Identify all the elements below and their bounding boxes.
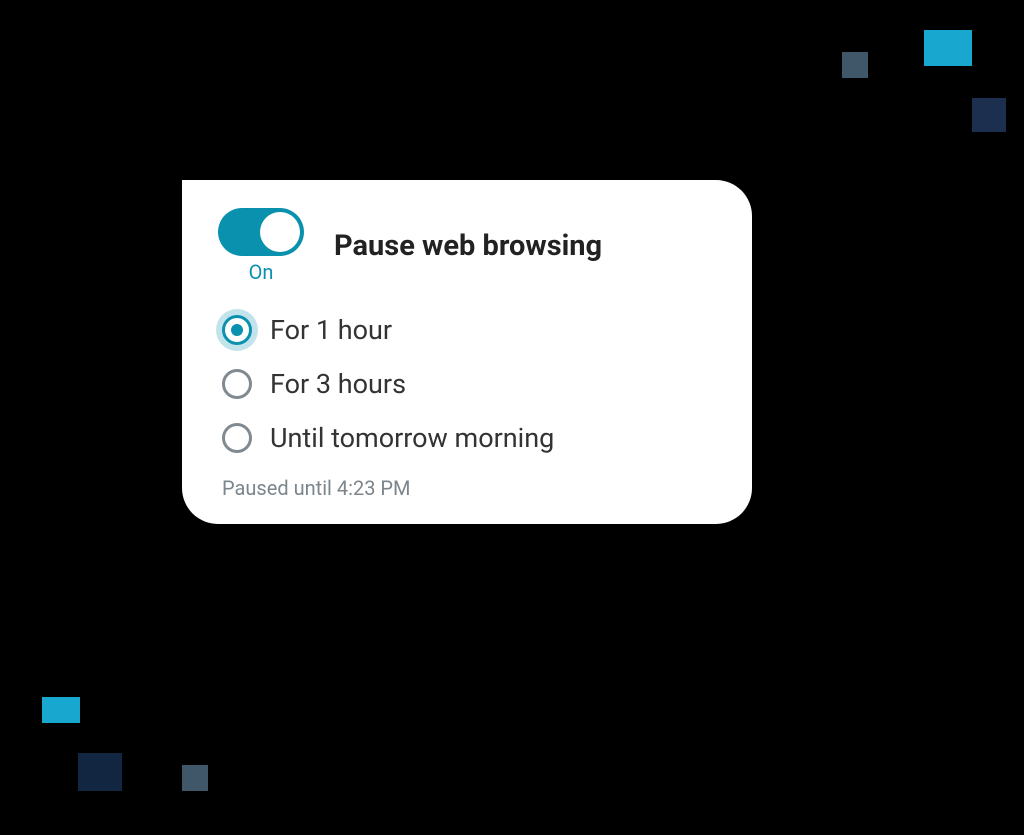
option-1-hour[interactable]: For 1 hour [222,314,716,346]
decorative-square [78,753,122,791]
toggle-state-label: On [249,260,274,284]
option-3-hours[interactable]: For 3 hours [222,368,716,400]
toggle-column: On [218,208,304,284]
option-label: For 1 hour [270,314,392,346]
radio-icon [222,369,252,399]
duration-options: For 1 hour For 3 hours Until tomorrow mo… [218,314,716,454]
decorative-square [842,52,868,78]
decorative-square [42,697,80,723]
pause-browsing-card: On Pause web browsing For 1 hour For 3 h… [182,180,752,524]
card-header: On Pause web browsing [218,208,716,284]
decorative-square [972,98,1006,132]
option-label: Until tomorrow morning [270,422,554,454]
radio-icon [222,315,252,345]
decorative-square [924,30,972,66]
radio-icon [222,423,252,453]
card-title: Pause web browsing [334,229,602,263]
decorative-square [182,765,208,791]
option-until-tomorrow[interactable]: Until tomorrow morning [222,422,716,454]
toggle-knob-icon [260,212,300,252]
pause-toggle[interactable] [218,208,304,256]
option-label: For 3 hours [270,368,406,400]
paused-until-status: Paused until 4:23 PM [218,476,716,500]
